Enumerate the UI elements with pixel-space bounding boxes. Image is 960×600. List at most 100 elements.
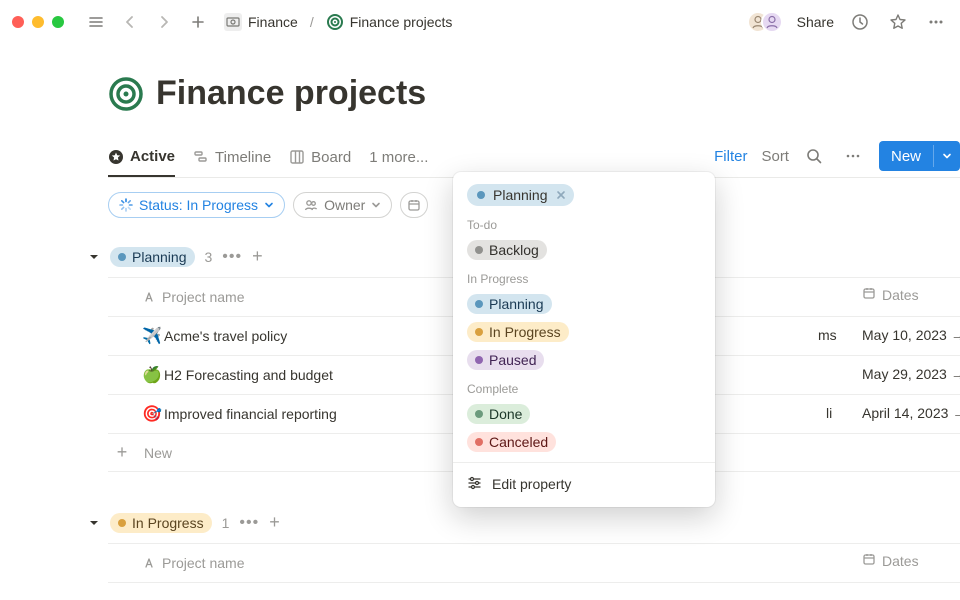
topbar-left: Finance / Finance projects: [12, 10, 456, 34]
filter-status-pill[interactable]: Status: In Progress: [108, 192, 285, 218]
filter-date-pill[interactable]: [400, 192, 428, 218]
tab-active[interactable]: Active: [108, 142, 175, 177]
popup-option-done[interactable]: Done: [453, 400, 715, 428]
sliders-icon: [467, 475, 482, 493]
breadcrumb-parent[interactable]: Finance: [220, 11, 302, 33]
row-dates: May 10, 2023 → May 21, 20: [862, 327, 960, 343]
tab-more[interactable]: 1 more...: [369, 143, 428, 176]
row-emoji: ✈️: [142, 326, 160, 346]
page-header: Finance projects: [108, 74, 960, 113]
cash-icon: [224, 13, 242, 31]
close-window[interactable]: [12, 16, 24, 28]
status-loading-icon: [119, 198, 133, 212]
breadcrumb-current[interactable]: Finance projects: [322, 11, 457, 33]
new-button-label: New: [879, 142, 933, 171]
group-toggle-icon[interactable]: [88, 517, 100, 529]
status-filter-popup: Planning To-do Backlog In Progress Plann…: [453, 172, 715, 507]
new-tab-icon[interactable]: [186, 10, 210, 34]
popup-option-planning[interactable]: Planning: [453, 290, 715, 318]
more-options-icon[interactable]: [841, 144, 865, 168]
tab-board-label: Board: [311, 149, 351, 166]
popup-edit-property[interactable]: Edit property: [453, 469, 715, 499]
nav-forward-icon[interactable]: [152, 10, 176, 34]
text-type-icon: [142, 556, 162, 570]
presence-avatars[interactable]: [747, 11, 783, 33]
popup-option-paused[interactable]: Paused: [453, 346, 715, 374]
page-title[interactable]: Finance projects: [156, 74, 426, 113]
tab-more-label: 1 more...: [369, 149, 428, 166]
menu-icon[interactable]: [84, 10, 108, 34]
popup-selected: Planning: [453, 180, 715, 210]
group-toggle-icon[interactable]: [88, 251, 100, 263]
topbar-right: Share: [747, 10, 948, 34]
popup-divider: [453, 462, 715, 463]
status-label: Planning: [132, 249, 187, 265]
topbar: Finance / Finance projects Share: [0, 0, 960, 44]
popup-section-complete: Complete: [453, 374, 715, 400]
page-icon-target[interactable]: [108, 76, 144, 112]
row-emoji: 🎯: [142, 404, 160, 424]
clock-icon[interactable]: [848, 10, 872, 34]
filter-owner-pill[interactable]: Owner: [293, 192, 392, 218]
new-row-label: New: [144, 445, 172, 461]
nav-back-icon[interactable]: [118, 10, 142, 34]
timeline-icon: [193, 149, 209, 165]
popup-option-in-progress[interactable]: In Progress: [453, 318, 715, 346]
group-count: 1: [222, 515, 230, 531]
group-more-icon[interactable]: •••: [239, 514, 259, 532]
row-owner-fragment: ms: [818, 327, 837, 343]
calendar-icon: [862, 286, 876, 303]
avatar: [761, 11, 783, 33]
row-name: Improved financial reporting: [164, 406, 337, 422]
calendar-icon: [407, 198, 421, 212]
filter-owner-label: Owner: [324, 197, 365, 213]
maximize-window[interactable]: [52, 16, 64, 28]
popup-edit-label: Edit property: [492, 476, 571, 492]
share-button[interactable]: Share: [797, 14, 834, 30]
group-add-icon[interactable]: +: [269, 512, 280, 533]
filter-button[interactable]: Filter: [714, 148, 747, 165]
status-badge-in-progress[interactable]: In Progress: [110, 513, 212, 533]
popup-section-in-progress: In Progress: [453, 264, 715, 290]
star-icon[interactable]: [886, 10, 910, 34]
row-owner-fragment: li: [826, 405, 832, 421]
row-emoji: 🍏: [142, 365, 160, 385]
breadcrumb-separator: /: [310, 14, 314, 30]
tab-board[interactable]: Board: [289, 143, 351, 176]
breadcrumb-parent-label: Finance: [248, 14, 298, 30]
minimize-window[interactable]: [32, 16, 44, 28]
board-icon: [289, 149, 305, 165]
target-icon: [326, 13, 344, 31]
status-label: In Progress: [132, 515, 204, 531]
chip-remove-icon[interactable]: [556, 190, 566, 200]
new-button-dropdown[interactable]: [933, 145, 960, 167]
calendar-icon: [862, 552, 876, 569]
group-add-icon[interactable]: +: [252, 246, 263, 267]
sort-button[interactable]: Sort: [761, 148, 789, 165]
breadcrumb: Finance / Finance projects: [220, 11, 456, 33]
group-header-in-progress: In Progress 1 ••• +: [88, 502, 960, 543]
popup-section-todo: To-do: [453, 210, 715, 236]
table-header: Project name Dates: [108, 543, 960, 583]
column-project[interactable]: Project name: [162, 289, 244, 305]
row-name: Acme's travel policy: [164, 328, 287, 344]
status-dot: [477, 191, 485, 199]
selected-chip-planning[interactable]: Planning: [467, 184, 574, 206]
popup-option-canceled[interactable]: Canceled: [453, 428, 715, 456]
more-icon[interactable]: [924, 10, 948, 34]
search-icon[interactable]: [803, 144, 827, 168]
status-badge-planning[interactable]: Planning: [110, 247, 195, 267]
status-dot: [118, 519, 126, 527]
tab-timeline-label: Timeline: [215, 149, 271, 166]
column-dates-header[interactable]: Dates: [862, 286, 919, 303]
window-controls: [12, 16, 64, 28]
tab-timeline[interactable]: Timeline: [193, 143, 271, 176]
group-more-icon[interactable]: •••: [222, 248, 242, 266]
row-name: H2 Forecasting and budget: [164, 367, 333, 383]
new-button[interactable]: New: [879, 141, 960, 171]
column-project[interactable]: Project name: [162, 555, 244, 571]
popup-option-backlog[interactable]: Backlog: [453, 236, 715, 264]
breadcrumb-current-label: Finance projects: [350, 14, 453, 30]
column-dates-header[interactable]: Dates: [862, 552, 919, 569]
group-count: 3: [205, 249, 213, 265]
